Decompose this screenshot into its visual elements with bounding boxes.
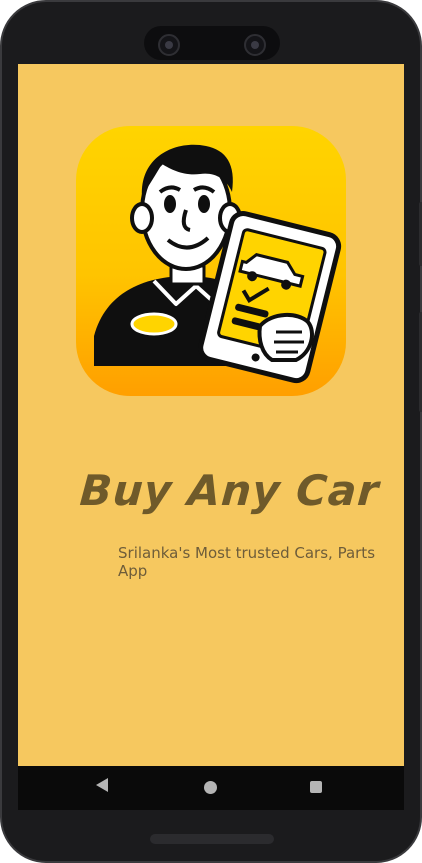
app-logo xyxy=(76,126,346,396)
bottom-speaker xyxy=(150,834,274,844)
splash-screen: Buy Any Car Srilanka's Most trusted Cars… xyxy=(18,64,404,766)
phone-frame: Buy Any Car Srilanka's Most trusted Cars… xyxy=(0,0,422,863)
dealer-with-tablet-icon xyxy=(94,144,342,384)
system-navigation-bar xyxy=(18,766,404,810)
home-icon[interactable] xyxy=(204,781,217,794)
camera-icon xyxy=(158,34,180,56)
app-title: Buy Any Car xyxy=(78,466,381,515)
back-icon[interactable] xyxy=(96,778,108,792)
camera-icon xyxy=(244,34,266,56)
app-tagline: Srilanka's Most trusted Cars, Parts App xyxy=(118,544,376,580)
recent-apps-icon[interactable] xyxy=(310,781,322,793)
